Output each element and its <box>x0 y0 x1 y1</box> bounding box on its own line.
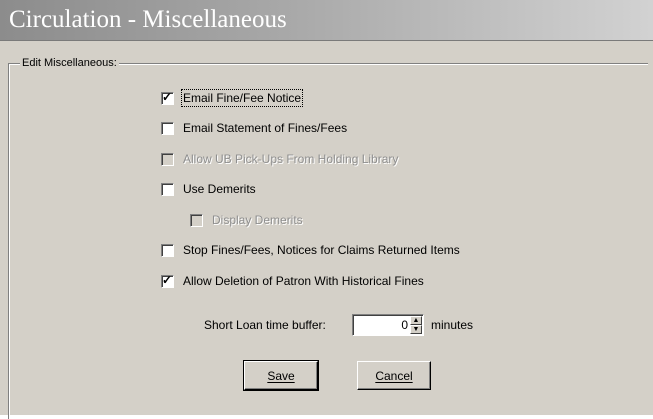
option-stop-fines-claims-returned[interactable]: Stop Fines/Fees, Notices for Claims Retu… <box>161 243 460 257</box>
option-allow-ub-pickups: Allow UB Pick-Ups From Holding Library <box>161 152 398 166</box>
checkbox-use-demerits[interactable] <box>161 182 174 196</box>
option-display-demerits: Display Demerits <box>190 213 303 227</box>
window-titlebar: Circulation - Miscellaneous <box>0 0 653 41</box>
short-loan-buffer-spinner[interactable]: 0 ▲ ▼ <box>352 314 424 336</box>
option-allow-deletion-patron[interactable]: ✓ Allow Deletion of Patron With Historic… <box>161 272 424 288</box>
spin-down-icon[interactable]: ▼ <box>410 325 422 334</box>
cancel-button[interactable]: Cancel <box>357 361 431 390</box>
spin-up-icon[interactable]: ▲ <box>410 316 422 325</box>
option-label: Allow Deletion of Patron With Historical… <box>183 274 424 288</box>
checkbox-email-statement[interactable] <box>161 121 174 135</box>
save-button-label: Save <box>267 368 295 383</box>
buffer-label: Short Loan time buffer: <box>204 318 326 332</box>
option-label: Email Statement of Fines/Fees <box>183 121 348 135</box>
option-label: Display Demerits <box>212 213 303 227</box>
checkbox-allow-ub-pickups <box>161 152 174 166</box>
option-label: Use Demerits <box>183 182 256 196</box>
checkbox-allow-deletion-patron[interactable]: ✓ <box>161 272 174 288</box>
edit-miscellaneous-group <box>8 63 648 419</box>
option-use-demerits[interactable]: Use Demerits <box>161 182 256 196</box>
checkmark-icon: ✓ <box>162 272 173 287</box>
buffer-unit: minutes <box>431 318 474 332</box>
window-title: Circulation - Miscellaneous <box>9 6 287 33</box>
checkbox-display-demerits <box>190 213 203 227</box>
save-button[interactable]: Save <box>243 360 319 391</box>
spinner-buttons: ▲ ▼ <box>410 316 422 334</box>
checkmark-icon: ✓ <box>162 89 173 104</box>
option-label: Allow UB Pick-Ups From Holding Library <box>183 152 399 166</box>
buffer-value[interactable]: 0 <box>401 318 408 332</box>
dialog-panel: Edit Miscellaneous: ✓ Email Fine/Fee Not… <box>0 41 653 419</box>
option-email-fine-fee-notice[interactable]: ✓ Email Fine/Fee Notice <box>161 89 304 107</box>
option-label: Stop Fines/Fees, Notices for Claims Retu… <box>183 243 460 257</box>
checkbox-stop-fines-claims-returned[interactable] <box>161 243 174 257</box>
group-legend: Edit Miscellaneous: <box>20 57 119 69</box>
option-email-statement[interactable]: Email Statement of Fines/Fees <box>161 121 347 135</box>
checkbox-email-fine-fee-notice[interactable]: ✓ <box>161 89 174 105</box>
option-label: Email Fine/Fee Notice <box>180 89 304 107</box>
cancel-button-label: Cancel <box>375 368 413 383</box>
